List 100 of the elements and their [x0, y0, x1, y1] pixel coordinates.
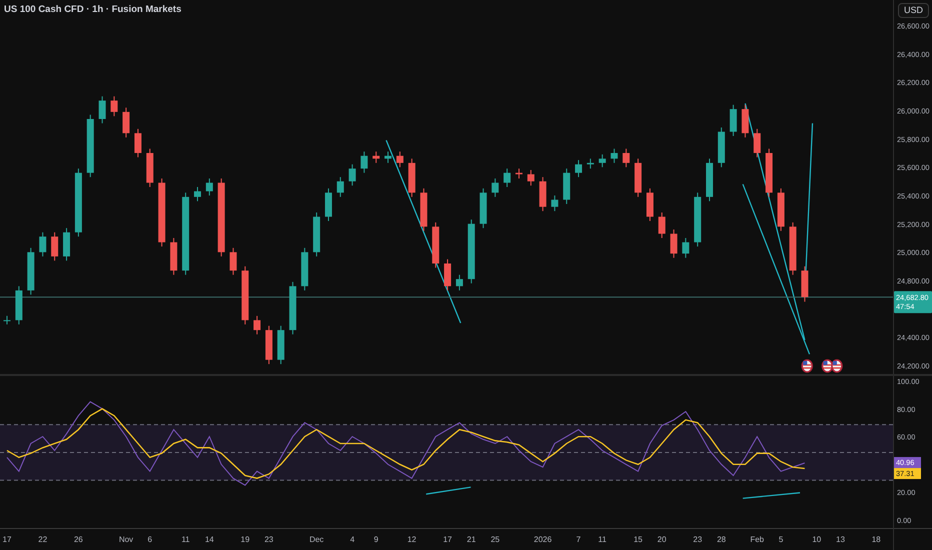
candlestick: [432, 222, 440, 268]
candlestick: [777, 188, 784, 232]
candlestick: [254, 315, 261, 335]
candlestick: [551, 195, 558, 212]
candlestick: [301, 247, 308, 291]
candlestick: [504, 168, 511, 188]
time-axis-label: 19: [240, 535, 250, 544]
candlestick: [4, 315, 10, 325]
candlestick: [694, 192, 702, 247]
time-axis-label: 23: [264, 535, 274, 544]
trend-line: [426, 486, 471, 495]
candlestick: [634, 158, 642, 198]
time-axis-label: 10: [812, 535, 822, 544]
candlestick: [789, 222, 796, 276]
time-axis-label: 11: [181, 535, 190, 544]
time-axis-label: 4: [350, 535, 355, 544]
time-axis-label: 17: [443, 535, 452, 544]
candlestick: [194, 186, 201, 202]
candlestick: [610, 148, 618, 164]
candlestick: [27, 247, 34, 296]
time-axis-label: 2026: [534, 535, 552, 544]
candlestick: [622, 148, 630, 168]
candlestick: [242, 266, 249, 325]
candlestick: [801, 266, 808, 302]
candlestick: [539, 176, 546, 212]
currency-button[interactable]: USD: [898, 3, 929, 18]
time-axis-label: 6: [148, 535, 152, 544]
time-axis-label: 20: [657, 535, 666, 544]
candlestick: [122, 107, 130, 138]
candlestick: [230, 247, 237, 276]
time-axis-label: 22: [38, 535, 48, 544]
time-axis-label: 15: [634, 535, 642, 544]
candlestick: [754, 128, 761, 158]
candlestick: [670, 229, 678, 258]
time-axis-label: Dec: [309, 535, 324, 544]
candlestick: [348, 164, 356, 186]
flag-icon[interactable]: [822, 359, 834, 373]
candlestick: [742, 104, 749, 138]
candlestick: [134, 128, 142, 158]
candlestick: [146, 148, 154, 188]
candlestick: [265, 325, 272, 365]
time-axis-label: 23: [693, 535, 702, 544]
candlestick: [682, 238, 690, 258]
candlestick: [324, 188, 332, 222]
candlestick: [396, 151, 404, 168]
flag-icon[interactable]: [801, 359, 813, 373]
candlestick: [206, 178, 213, 196]
time-axis-label: 11: [598, 535, 606, 544]
flag-icon[interactable]: [831, 359, 843, 373]
candlestick: [575, 160, 582, 178]
candlestick: [766, 148, 773, 198]
time-axis-label: 13: [836, 535, 845, 544]
candlestick: [730, 104, 737, 136]
time-axis-label: 25: [490, 535, 500, 544]
time-axis-label: 21: [466, 535, 476, 544]
time-axis-label: Feb: [750, 535, 764, 544]
candlestick: [289, 281, 296, 335]
candlestick: [515, 168, 522, 179]
candlestick: [598, 154, 606, 168]
time-axis-label: 28: [716, 535, 726, 544]
candlestick: [63, 228, 70, 262]
candlestick: [468, 219, 475, 284]
candlestick: [39, 232, 46, 257]
candlestick: [444, 258, 452, 291]
candlestick: [336, 176, 344, 198]
candlestick: [646, 188, 654, 222]
candlestick: [313, 212, 320, 257]
time-axis-label: Nov: [118, 535, 134, 544]
time-axis-label: 7: [576, 535, 581, 544]
candlestick: [98, 96, 106, 124]
candlestick: [277, 325, 284, 365]
candlestick: [586, 158, 594, 170]
candlestick: [86, 114, 94, 178]
candlestick: [420, 188, 428, 232]
candlestick: [527, 170, 534, 186]
candlestick: [74, 168, 82, 238]
candlestick: [718, 127, 725, 168]
candlestick: [372, 151, 380, 164]
time-axis-label: 17: [2, 535, 12, 544]
candlestick: [51, 232, 58, 262]
candlestick: [158, 178, 166, 247]
chart-title: US 100 Cash CFD · 1h · Fusion Markets: [4, 5, 182, 14]
time-axis-label: 18: [872, 535, 881, 544]
time-axis-label: 14: [204, 535, 214, 544]
time-axis-label: 12: [407, 535, 416, 544]
time-axis-label: 5: [778, 535, 784, 544]
candlestick: [170, 238, 178, 276]
candlestick: [658, 212, 666, 238]
candlestick: [563, 168, 570, 204]
candlestick: [360, 151, 368, 174]
candlestick: [706, 158, 713, 202]
candlestick: [15, 286, 22, 325]
time-axis-label: 26: [74, 535, 83, 544]
candlestick: [456, 274, 463, 291]
candlestick: [384, 151, 392, 164]
time-axis-label: 9: [374, 535, 378, 544]
trend-line: [742, 492, 800, 499]
candlestick: [480, 188, 487, 229]
candlestick: [110, 96, 118, 117]
candlestick: [492, 178, 499, 198]
